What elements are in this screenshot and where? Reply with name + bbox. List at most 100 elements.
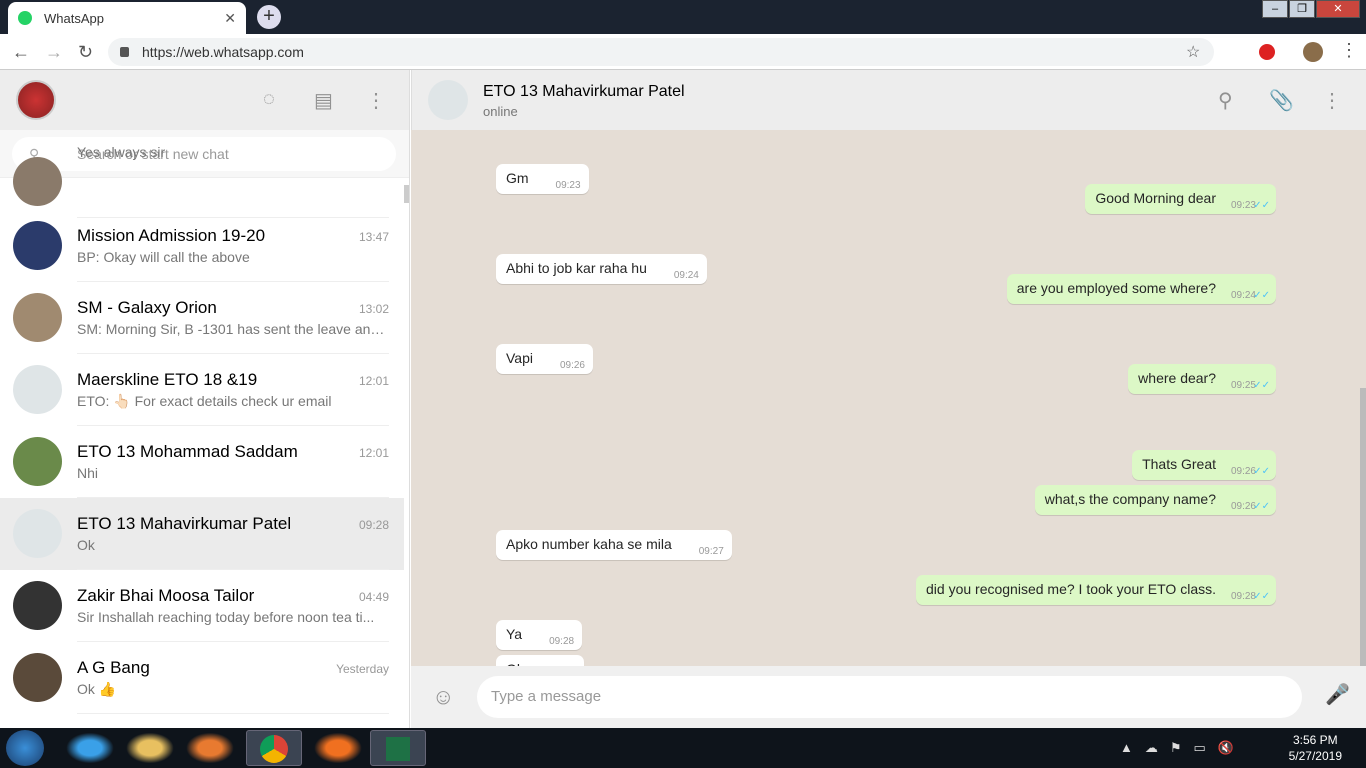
emoji-icon[interactable]: ☺ bbox=[432, 684, 454, 710]
chat-sidebar: ◌ ▤ ⋮ ⚲ Search or start new chat Yes alwa… bbox=[0, 70, 410, 728]
contact-name: ETO 13 Mahavirkumar Patel bbox=[483, 83, 685, 100]
last-message: BP: Okay will call the above bbox=[77, 249, 250, 265]
chat-list-item[interactable]: Zakir Bhai Moosa Tailor 04:49 Sir Inshalla… bbox=[0, 570, 404, 642]
chat-time: Yesterday bbox=[336, 662, 389, 676]
input-placeholder: Type a message bbox=[491, 688, 602, 705]
incoming-message[interactable]: Gm 09:23 bbox=[496, 164, 589, 194]
forward-icon[interactable]: → bbox=[45, 42, 63, 63]
new-chat-icon[interactable]: ▤ bbox=[314, 88, 333, 113]
message-time: 09:25 bbox=[1230, 380, 1256, 391]
menu-icon[interactable]: ⋮ bbox=[1322, 88, 1342, 113]
chrome-icon[interactable] bbox=[246, 730, 302, 766]
new-tab-button[interactable]: + bbox=[257, 5, 281, 29]
menu-icon[interactable]: ⋮ bbox=[366, 88, 386, 113]
message-text: Vapi bbox=[506, 350, 533, 366]
avatar bbox=[13, 157, 62, 206]
chat-time: 13:47 bbox=[358, 230, 389, 244]
url-bar[interactable]: https://web.whatsapp.com bbox=[108, 38, 1214, 66]
group-avatar bbox=[13, 365, 62, 414]
extension-icon[interactable] bbox=[1259, 44, 1275, 60]
back-icon[interactable]: ← bbox=[12, 42, 30, 63]
last-message: ETO: 👆🏻 For exact details check ur email bbox=[77, 393, 332, 409]
outgoing-message[interactable]: Good Morning dear 09:23 ✓✓ bbox=[1085, 184, 1276, 214]
message-text: where dear? bbox=[1138, 370, 1216, 386]
message-text: Ya bbox=[506, 626, 523, 642]
my-avatar[interactable] bbox=[16, 80, 56, 120]
outgoing-message[interactable]: did you recognised me? I took your ETO c… bbox=[916, 575, 1276, 605]
chat-time: 13:02 bbox=[358, 302, 389, 316]
last-message: Nhi bbox=[77, 465, 99, 481]
incoming-message[interactable]: Ya 09:28 bbox=[496, 620, 583, 650]
messages-scrollbar[interactable] bbox=[1360, 388, 1366, 666]
chat-list-item-selected[interactable]: ETO 13 Mahavirkumar Patel 09:28 Ok bbox=[0, 498, 404, 570]
search-icon[interactable]: ⚲ bbox=[1218, 88, 1233, 113]
read-receipt-icon: ✓✓ bbox=[1253, 380, 1270, 391]
address-bar-row: ← → ↻ https://web.whatsapp.com ☆ ⋮ bbox=[0, 34, 1366, 70]
browser-menu-icon[interactable]: ⋮ bbox=[1340, 40, 1358, 61]
chat-list-item[interactable]: A G Bang Yesterday Ok 👍 bbox=[0, 642, 404, 714]
message-time: 09:24 bbox=[1230, 290, 1256, 301]
clock[interactable]: 3:56 PM 5/27/2019 bbox=[1289, 732, 1342, 764]
outgoing-message[interactable]: where dear? 09:25 ✓✓ bbox=[1128, 364, 1276, 394]
message-text: Gm bbox=[506, 170, 529, 186]
contact-status: online bbox=[483, 104, 518, 119]
message-time: 09:23 bbox=[555, 180, 581, 191]
whatsapp-icon bbox=[18, 11, 32, 25]
maximize-button[interactable]: ❐ bbox=[1289, 0, 1315, 18]
incoming-message[interactable]: Vapi 09:26 bbox=[496, 344, 593, 374]
chat-name: ETO 13 Mahavirkumar Patel bbox=[77, 514, 292, 533]
message-text: did you recognised me? I took your ETO c… bbox=[926, 581, 1216, 597]
incoming-message[interactable]: Apko number kaha se mila 09:27 bbox=[496, 530, 732, 560]
last-message: Ok 👍 bbox=[77, 681, 117, 697]
bookmark-star-icon[interactable]: ☆ bbox=[1186, 42, 1200, 62]
status-icon[interactable]: ◌ bbox=[263, 88, 275, 111]
file-explorer-icon[interactable] bbox=[122, 730, 178, 766]
attach-icon[interactable]: 📎 bbox=[1269, 88, 1294, 113]
window-controls: – ❐ ✕ bbox=[1261, 0, 1360, 18]
message-time: 09:26 bbox=[559, 360, 585, 371]
chat-name: Zakir Bhai Moosa Tailor bbox=[77, 586, 255, 605]
outgoing-message[interactable]: Thats Great 09:26 ✓✓ bbox=[1132, 450, 1276, 480]
chat-list-item[interactable]: Yes always sir bbox=[0, 144, 404, 218]
excel-icon[interactable] bbox=[370, 730, 426, 766]
start-button[interactable] bbox=[6, 730, 44, 766]
contact-avatar[interactable] bbox=[428, 80, 468, 120]
message-input[interactable]: Type a message bbox=[477, 676, 1302, 718]
chat-list-item[interactable]: ETO 13 Mohammad Saddam 12:01 Nhi bbox=[0, 426, 404, 498]
message-text: Good Morning dear bbox=[1095, 190, 1216, 206]
firefox-icon[interactable] bbox=[310, 730, 366, 766]
message-text: Abhi to job kar raha hu bbox=[506, 260, 647, 276]
chat-list-item[interactable]: SM - Galaxy Orion 13:02 SM: Morning Sir, B… bbox=[0, 282, 404, 354]
message-time: 09:24 bbox=[673, 270, 699, 281]
message-text: Apko number kaha se mila bbox=[506, 536, 672, 552]
conversation-header[interactable]: ETO 13 Mahavirkumar Patel online ⚲ 📎 ⋮ bbox=[411, 70, 1366, 130]
close-window-button[interactable]: ✕ bbox=[1316, 0, 1360, 18]
last-message: Sir Inshallah reaching today before noon… bbox=[77, 609, 375, 625]
outgoing-message[interactable]: what,s the company name? 09:26 ✓✓ bbox=[1034, 485, 1276, 515]
chat-list-item[interactable]: Maerskline ETO 18 &19 12:01 ETO: 👆🏻 For ex… bbox=[0, 354, 404, 426]
last-message: Yes always sir bbox=[77, 144, 166, 160]
chat-time: 12:01 bbox=[358, 446, 389, 460]
internet-explorer-icon[interactable] bbox=[62, 730, 118, 766]
microphone-icon[interactable]: 🎤 bbox=[1325, 682, 1350, 707]
lock-icon bbox=[120, 47, 129, 57]
minimize-button[interactable]: – bbox=[1262, 0, 1288, 18]
incoming-message[interactable]: Abhi to job kar raha hu 09:24 bbox=[496, 254, 707, 284]
browser-tab[interactable]: WhatsApp ✕ bbox=[8, 2, 246, 34]
sidebar-scrollbar[interactable] bbox=[404, 185, 409, 203]
avatar bbox=[13, 221, 62, 270]
outgoing-message[interactable]: are you employed some where? 09:24 ✓✓ bbox=[1006, 274, 1276, 304]
close-tab-icon[interactable]: ✕ bbox=[224, 10, 236, 27]
message-text: Thats Great bbox=[1142, 456, 1216, 472]
reload-icon[interactable]: ↻ bbox=[78, 42, 93, 63]
incoming-message[interactable]: Ok09:28 bbox=[496, 655, 584, 666]
read-receipt-icon: ✓✓ bbox=[1253, 466, 1270, 477]
browser-tab-bar: WhatsApp ✕ + – ❐ ✕ bbox=[0, 0, 1366, 34]
chat-name: ETO 13 Mohammad Saddam bbox=[77, 442, 298, 461]
clock-time: 3:56 PM bbox=[1292, 733, 1338, 747]
media-player-icon[interactable] bbox=[182, 730, 238, 766]
system-tray[interactable]: ▲☁⚑▭🔇 bbox=[1120, 740, 1246, 756]
chat-list-item[interactable]: Mission Admission 19-20 13:47 BP: Okay wil… bbox=[0, 210, 404, 282]
profile-avatar[interactable] bbox=[1303, 42, 1323, 62]
avatar bbox=[13, 653, 62, 702]
